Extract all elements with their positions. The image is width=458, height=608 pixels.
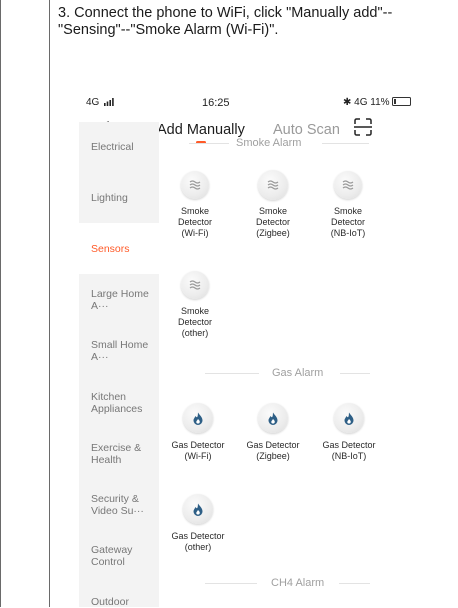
device-label-line: Gas Detector [171, 531, 225, 541]
sidebar-item-kitchen-appliances[interactable]: Kitchen Appliances [91, 391, 155, 415]
device-label-line: (Zigbee) [256, 451, 290, 461]
bluetooth-network-battery-text: ✱ 4G 11% [343, 97, 390, 108]
flame-icon [193, 412, 203, 425]
device-label: Smoke Detector (Wi-Fi) [160, 206, 230, 239]
section-divider-left [205, 583, 257, 584]
device-smoke-detector-other[interactable]: Smoke Detector (other) [160, 271, 230, 339]
tab-auto-scan[interactable]: Auto Scan [273, 122, 340, 138]
sidebar-item-outdoor[interactable]: Outdoor [91, 596, 155, 608]
device-label-line: Gas Detector [322, 440, 376, 450]
device-label-line: Gas Detector [171, 440, 225, 450]
device-label: Gas Detector (other) [163, 531, 233, 553]
smoke-icon [342, 180, 354, 190]
device-label-line: Detector [330, 217, 365, 227]
device-gas-detector-wifi[interactable]: Gas Detector (Wi-Fi) [163, 403, 233, 462]
status-right: ✱ 4G 11% [343, 97, 411, 108]
section-title-gas-alarm: Gas Alarm [272, 367, 324, 379]
device-label-line: Smoke [258, 206, 287, 216]
network-label: 4G [86, 97, 100, 108]
inner-column-divider [49, 0, 50, 607]
device-label-line: Smoke [333, 206, 362, 216]
section-divider-left [189, 143, 229, 144]
sidebar-item-electrical[interactable]: Electrical [91, 141, 155, 153]
device-gas-detector-nbiot[interactable]: Gas Detector (NB-IoT) [314, 403, 384, 462]
status-time: 16:25 [202, 97, 230, 109]
device-label-line: (Wi-Fi) [181, 228, 209, 238]
section-title-smoke-alarm: Smoke Alarm [236, 137, 302, 149]
sidebar-item-exercise-health[interactable]: Exercise & Health [91, 442, 155, 466]
flame-icon [193, 503, 203, 516]
smoke-icon-circle [181, 271, 209, 299]
device-gas-detector-zigbee[interactable]: Gas Detector (Zigbee) [238, 403, 308, 462]
sidebar-item-large-home-appliances[interactable]: Large Home A··· [91, 288, 155, 312]
sidebar-bg-top [79, 122, 159, 223]
section-divider-right [322, 143, 369, 144]
device-smoke-detector-wifi[interactable]: Smoke Detector (Wi-Fi) [160, 171, 230, 239]
device-label-line: (NB-IoT) [330, 228, 366, 238]
sidebar-item-security-video[interactable]: Security & Video Su··· [91, 493, 155, 517]
flame-icon-circle [183, 494, 213, 524]
device-label-line: (Zigbee) [256, 228, 290, 238]
sidebar-item-gateway-control[interactable]: Gateway Control [91, 544, 155, 568]
device-label-line: Detector [177, 217, 212, 227]
signal-icon [104, 98, 114, 106]
instruction-text: 3. Connect the phone to WiFi, click "Man… [58, 5, 393, 38]
device-label: Smoke Detector (Zigbee) [238, 206, 308, 239]
device-label: Smoke Detector (other) [160, 306, 230, 339]
device-label-line: Smoke [180, 206, 209, 216]
device-label-line: (other) [184, 542, 212, 552]
document-frame: 3. Connect the phone to WiFi, click "Man… [0, 0, 458, 608]
device-label-line: Detector [177, 317, 212, 327]
flame-icon [344, 412, 354, 425]
device-smoke-detector-zigbee[interactable]: Smoke Detector (Zigbee) [238, 170, 308, 239]
scan-icon[interactable] [354, 118, 372, 136]
smoke-icon [189, 180, 201, 190]
battery-icon [391, 97, 411, 106]
device-label-line: Gas Detector [246, 440, 300, 450]
device-label-line: (Wi-Fi) [184, 451, 212, 461]
device-label: Gas Detector (NB-IoT) [314, 440, 384, 462]
sidebar-item-sensors[interactable]: Sensors [91, 243, 155, 255]
device-label-line: Smoke [180, 306, 209, 316]
smoke-icon [189, 280, 201, 290]
smoke-icon-circle [181, 171, 209, 199]
flame-icon [268, 412, 278, 425]
device-label-line: (NB-IoT) [331, 451, 367, 461]
flame-icon-circle [258, 403, 288, 433]
smoke-icon [267, 180, 279, 190]
flame-icon-circle [334, 403, 364, 433]
network-indicator: 4G [86, 97, 114, 108]
device-label-line: (other) [181, 328, 209, 338]
section-title-ch4-alarm: CH4 Alarm [271, 577, 325, 589]
sidebar-item-small-home-appliances[interactable]: Small Home A··· [91, 339, 155, 363]
section-divider-left [205, 373, 259, 374]
device-label: Smoke Detector (NB-IoT) [313, 206, 383, 239]
device-gas-detector-other[interactable]: Gas Detector (other) [163, 494, 233, 553]
section-divider-right [340, 373, 370, 374]
flame-icon-circle [183, 403, 213, 433]
left-border-line [0, 0, 1, 607]
tab-add-manually[interactable]: Add Manually [157, 122, 245, 138]
device-smoke-detector-nbiot[interactable]: Smoke Detector (NB-IoT) [313, 171, 383, 239]
device-label: Gas Detector (Wi-Fi) [163, 440, 233, 462]
section-divider-right [339, 583, 370, 584]
device-label: Gas Detector (Zigbee) [238, 440, 308, 462]
smoke-icon-circle [334, 171, 362, 199]
sidebar-item-lighting[interactable]: Lighting [91, 192, 155, 204]
device-label-line: Detector [255, 217, 290, 227]
smoke-icon-circle [258, 170, 288, 200]
